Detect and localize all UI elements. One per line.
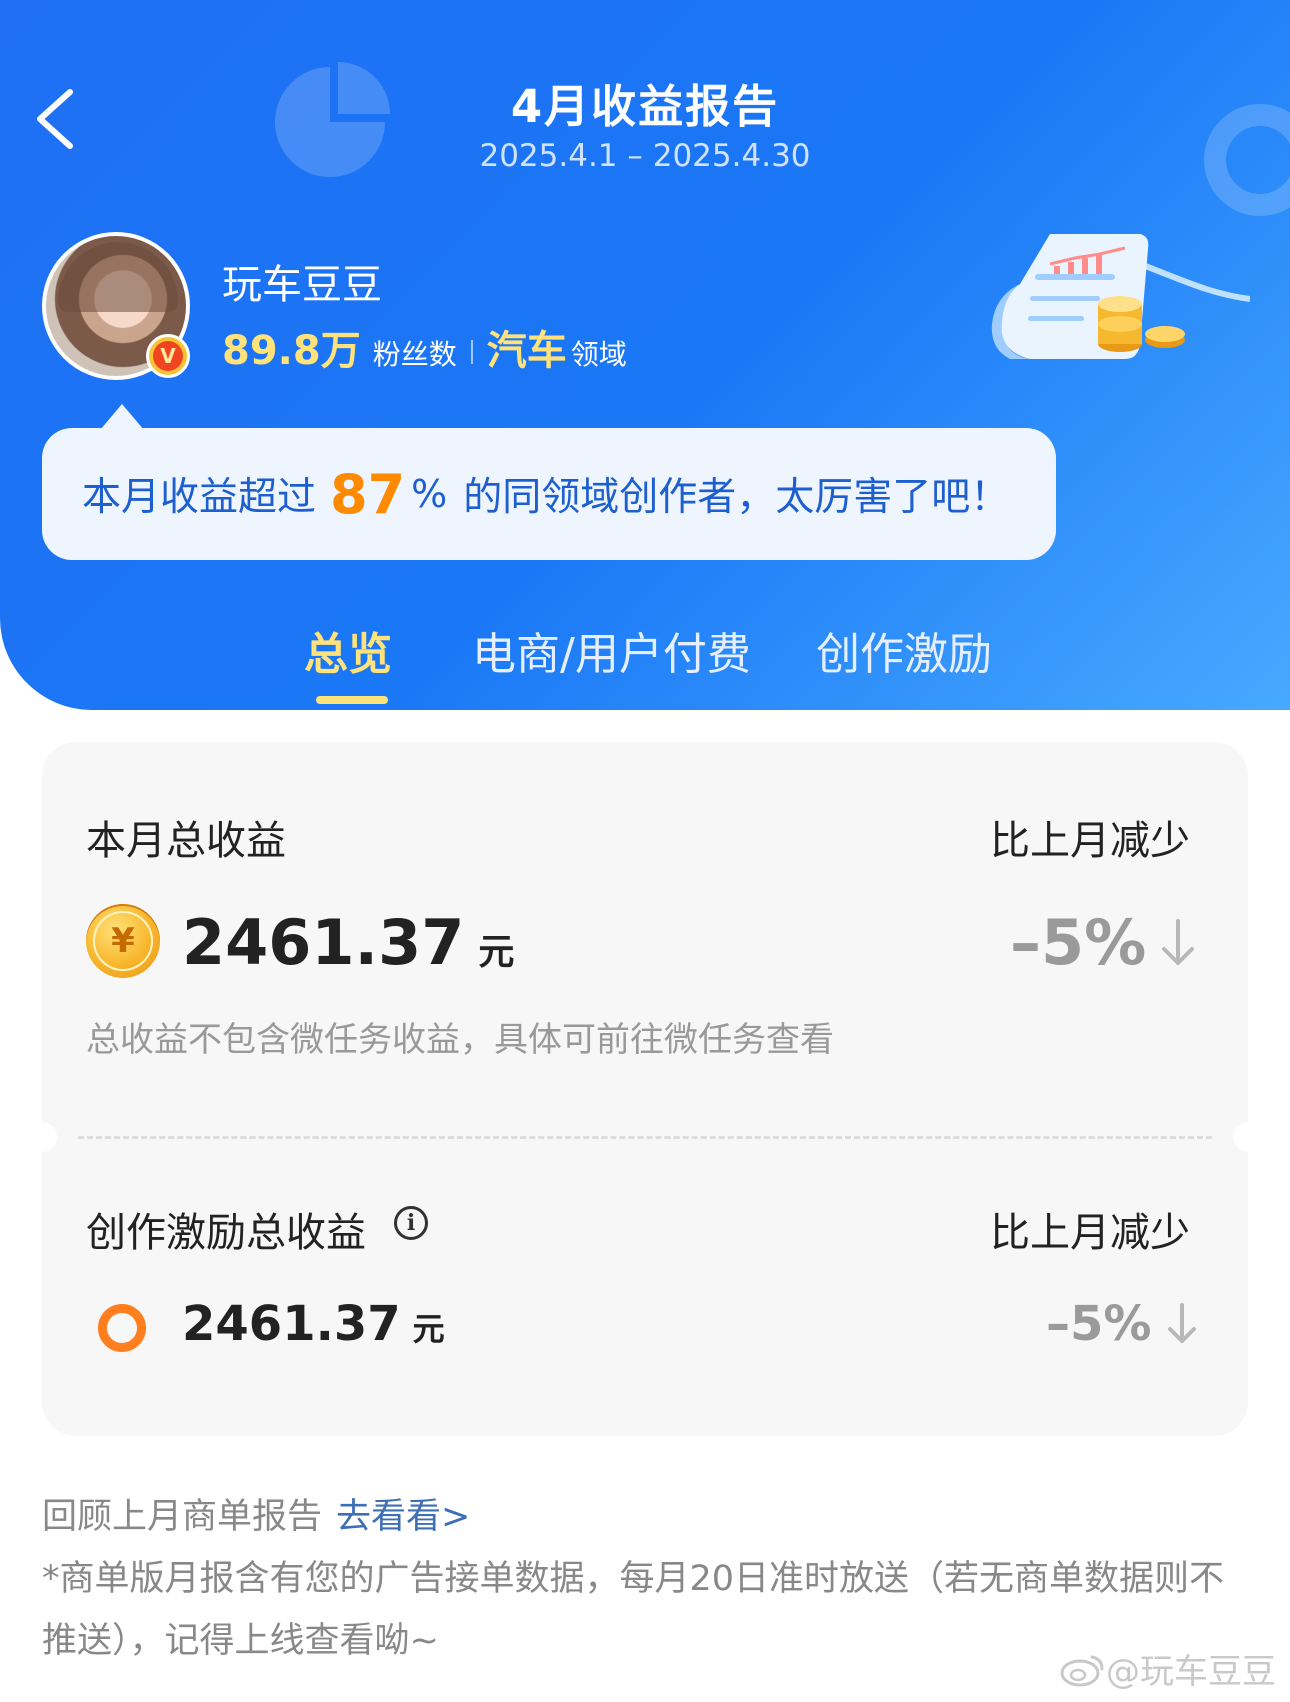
tab-ecommerce-paid[interactable]: 电商/用户付费 <box>472 618 751 682</box>
orange-ring-icon <box>98 1304 146 1352</box>
incentive-amount-unit: 元 <box>412 1310 445 1348</box>
domain-name: 汽车 <box>486 328 567 374</box>
bubble-percent: 87 <box>330 462 406 526</box>
total-change: –5% <box>1010 906 1196 979</box>
fans-count: 89.8万 <box>222 328 361 374</box>
total-amount-value: 2461.37 <box>182 906 465 979</box>
card-notch-right <box>1233 1122 1263 1152</box>
username: 玩车豆豆 <box>222 262 382 308</box>
fans-label: 粉丝数 <box>372 338 457 371</box>
incentive-change-value: –5% <box>1046 1296 1152 1352</box>
domain-label: 领域 <box>570 338 627 371</box>
verified-badge-letter: V <box>153 341 183 371</box>
card-notch-left <box>27 1122 57 1152</box>
weibo-watermark: @玩车豆豆 <box>1060 1644 1276 1693</box>
total-amount: 2461.37 元 <box>182 906 514 979</box>
active-tab-indicator <box>316 696 388 704</box>
tab-creation-incentive[interactable]: 创作激励 <box>816 618 992 682</box>
bubble-prefix: 本月收益超过 <box>82 475 317 520</box>
tab-overview[interactable]: 总览 <box>304 618 392 682</box>
total-amount-unit: 元 <box>478 932 515 973</box>
total-compare-label: 比上月减少 <box>990 818 1190 864</box>
total-earnings-label: 本月总收益 <box>86 818 286 864</box>
profile-stats: 89.8万 粉丝数 汽车 领域 <box>222 318 627 376</box>
bubble-suffix: 的同领域创作者，太厉害了吧！ <box>463 475 1010 520</box>
receipt-coins-illustration-icon <box>991 234 1250 359</box>
down-arrow-icon <box>1167 1303 1196 1343</box>
date-range: 2025.4.1 – 2025.4.30 <box>479 138 811 174</box>
incentive-change: –5% <box>1046 1296 1198 1352</box>
total-note: 总收益不包含微任务收益，具体可前往微任务查看 <box>86 1020 834 1060</box>
stats-divider <box>470 340 473 364</box>
avatar-hair <box>58 242 178 312</box>
go-see-link[interactable]: 去看看> <box>336 1497 470 1537</box>
review-last-month: 回顾上月商单报告 去看看> <box>42 1488 470 1539</box>
incentive-compare-label: 比上月减少 <box>990 1210 1190 1256</box>
review-text: 回顾上月商单报告 <box>42 1497 323 1537</box>
info-icon[interactable]: i <box>394 1206 428 1240</box>
ranking-bubble: 本月收益超过 87 % 的同领域创作者，太厉害了吧！ <box>42 428 1056 560</box>
page-title: 4月收益报告 <box>510 80 780 133</box>
incentive-amount: 2461.37 元 <box>182 1296 445 1352</box>
tab-bar: 总览 电商/用户付费 创作激励 <box>0 618 1290 708</box>
weibo-logo-icon <box>1060 1655 1104 1686</box>
watermark-text: @玩车豆豆 <box>1106 1652 1276 1692</box>
bubble-percent-sign: % <box>411 472 448 516</box>
incentive-earnings-label: 创作激励总收益 <box>86 1210 366 1256</box>
yuan-coin-icon: ¥ <box>86 904 160 978</box>
info-icon-glyph: i <box>406 1210 416 1236</box>
report-header: 4月收益报告 2025.4.1 – 2025.4.30 V 玩车豆豆 89.8万… <box>0 0 1290 710</box>
yuan-symbol: ¥ <box>93 911 153 971</box>
total-change-value: –5% <box>1010 906 1147 979</box>
down-arrow-icon <box>1162 918 1195 965</box>
bubble-tail <box>100 404 144 430</box>
card-divider <box>78 1136 1212 1139</box>
incentive-amount-value: 2461.37 <box>182 1296 401 1352</box>
verified-v-badge-icon: V <box>146 334 190 378</box>
